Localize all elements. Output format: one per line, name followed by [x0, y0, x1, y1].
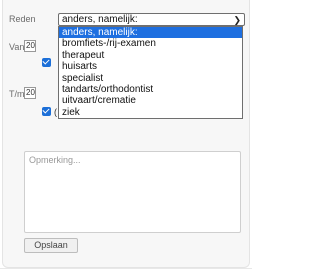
reason-select-value: anders, namelijk:	[62, 14, 138, 25]
panel-bottom-border	[0, 268, 252, 269]
to-checkbox-label: (	[54, 107, 57, 117]
from-date-value: 20	[26, 41, 35, 50]
dropdown-option[interactable]: specialist	[59, 73, 242, 84]
comment-placeholder: Opmerking...	[29, 155, 81, 165]
to-date-input[interactable]: 20	[24, 87, 36, 99]
dropdown-option[interactable]: therapeut	[59, 50, 242, 61]
from-checkbox[interactable]	[42, 58, 51, 67]
dropdown-option[interactable]: uitvaart/crematie	[59, 95, 242, 106]
dropdown-option[interactable]: bromfiets-/rij-examen	[59, 38, 242, 49]
from-label: Van	[9, 42, 25, 52]
comment-textarea[interactable]: Opmerking...	[24, 151, 241, 233]
to-date-value: 20	[26, 88, 35, 97]
dropdown-option[interactable]: huisarts	[59, 61, 242, 72]
save-button[interactable]: Opslaan	[24, 238, 78, 253]
dropdown-option[interactable]: tandarts/orthodontist	[59, 84, 242, 95]
to-label: T/m	[9, 89, 25, 99]
from-date-input[interactable]: 20	[24, 40, 36, 52]
chevron-down-icon: ❯	[233, 15, 241, 25]
to-checkbox[interactable]	[42, 107, 51, 116]
dropdown-option[interactable]: anders, namelijk:	[59, 27, 242, 39]
reason-dropdown-list[interactable]: anders, namelijk: bromfiets-/rij-examen th…	[58, 26, 243, 120]
dropdown-option[interactable]: ziek	[59, 107, 242, 118]
reason-label: Reden	[9, 14, 36, 24]
reason-select[interactable]: anders, namelijk: ❯	[58, 13, 245, 26]
